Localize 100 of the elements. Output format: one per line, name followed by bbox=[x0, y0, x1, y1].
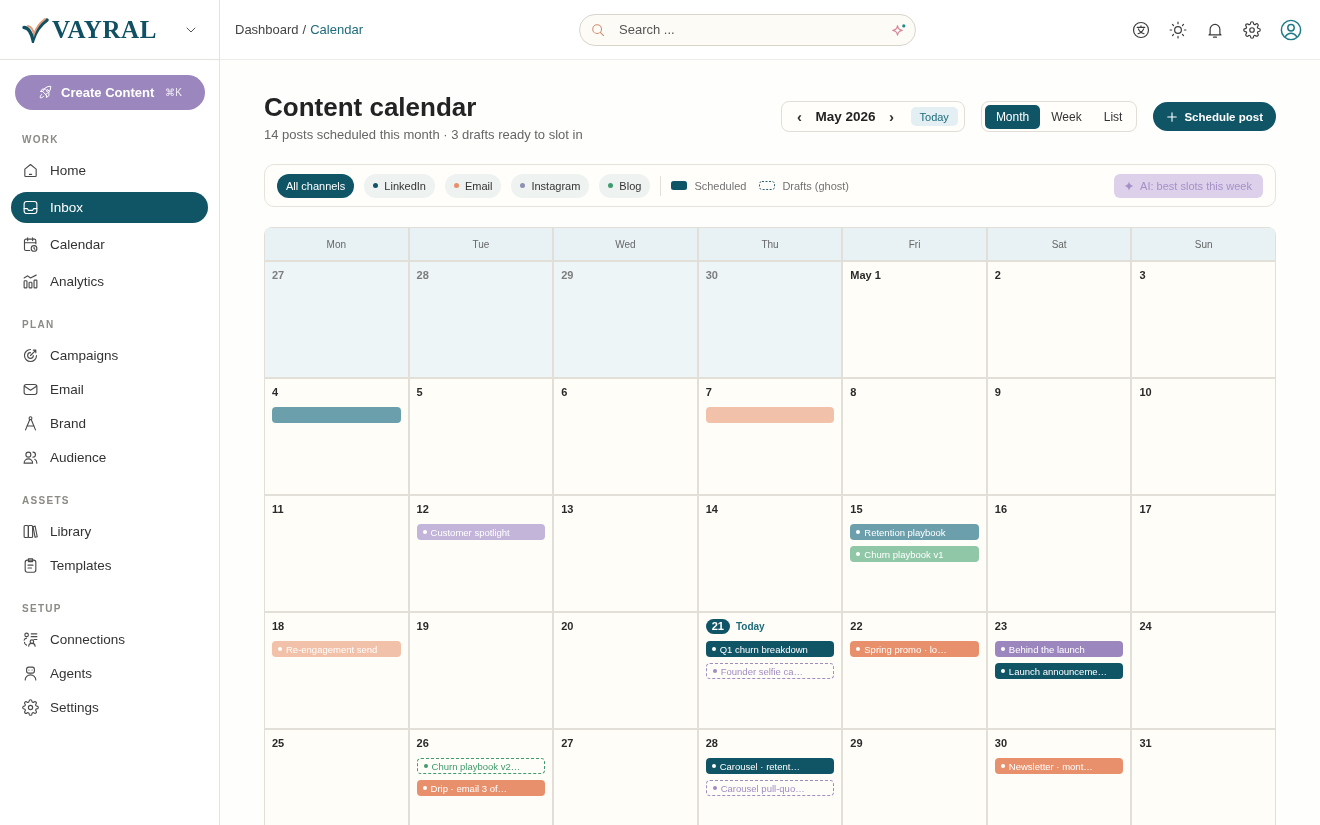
dot-icon bbox=[1000, 764, 1005, 768]
prev-month-button[interactable]: ‹ bbox=[792, 107, 807, 126]
channel-chip[interactable]: Email bbox=[444, 173, 502, 198]
rocket-icon bbox=[38, 85, 54, 100]
nav-item[interactable]: Templates bbox=[11, 550, 208, 581]
weekday-header: Wed bbox=[554, 228, 697, 260]
contacts-icon bbox=[22, 631, 39, 648]
event-chip[interactable]: Launch announceme… bbox=[994, 663, 1124, 679]
next-month-button[interactable]: › bbox=[884, 107, 899, 126]
dot-icon bbox=[856, 530, 861, 534]
dot-icon bbox=[422, 530, 427, 534]
envelope-icon bbox=[22, 381, 39, 398]
today-button[interactable]: Today bbox=[910, 107, 958, 126]
nav-item[interactable]: Audience bbox=[11, 442, 208, 473]
day-number: 29 bbox=[561, 268, 574, 283]
weekday-header: Fri bbox=[843, 228, 986, 260]
day-number: 16 bbox=[994, 502, 1008, 517]
settings-icon[interactable] bbox=[1243, 20, 1261, 39]
view-tab[interactable]: Week bbox=[1040, 104, 1093, 129]
nav-item[interactable]: Email bbox=[11, 374, 208, 405]
section-label: ASSETS bbox=[22, 495, 71, 507]
nav-item[interactable]: Calendar bbox=[11, 229, 208, 260]
day-number: 10 bbox=[1139, 385, 1152, 400]
dot-icon bbox=[711, 764, 716, 768]
day-number: 14 bbox=[705, 502, 718, 517]
day-number: 15 bbox=[850, 502, 863, 517]
sun-icon[interactable] bbox=[1169, 20, 1187, 39]
compass-icon bbox=[22, 415, 39, 432]
section-label: SETUP bbox=[22, 603, 63, 615]
dot-icon bbox=[856, 647, 861, 651]
nav-item[interactable]: Agents bbox=[11, 658, 208, 689]
day-number: 24 bbox=[1139, 619, 1152, 634]
user-avatar-icon[interactable] bbox=[1280, 18, 1302, 41]
day-number: 8 bbox=[850, 385, 857, 400]
weekday-header: Sun bbox=[1132, 228, 1275, 260]
day-number: 26 bbox=[416, 736, 429, 751]
day-number: 9 bbox=[994, 385, 1001, 400]
translate-icon[interactable] bbox=[1132, 20, 1150, 39]
nav-item[interactable]: Library bbox=[11, 516, 208, 547]
day-number: 30 bbox=[994, 736, 1008, 751]
breadcrumb-link[interactable]: Calendar bbox=[310, 22, 363, 37]
day-number: 31 bbox=[1139, 736, 1152, 751]
channel-chip[interactable]: Instagram bbox=[511, 173, 590, 198]
day-number: 21 bbox=[705, 619, 730, 634]
nav-item[interactable]: Settings bbox=[11, 692, 208, 723]
dot-icon bbox=[423, 764, 428, 768]
nav-item[interactable]: Home bbox=[11, 155, 208, 186]
section-label: WORK bbox=[22, 134, 60, 146]
day-number: 7 bbox=[705, 385, 712, 400]
nav-item[interactable]: Connections bbox=[11, 624, 208, 655]
event-chip[interactable]: Churn playbook v2… bbox=[416, 758, 546, 774]
dot-icon bbox=[1000, 669, 1005, 673]
channel-chip[interactable]: LinkedIn bbox=[364, 173, 435, 198]
section-label: PLAN bbox=[22, 319, 56, 331]
nav-item[interactable]: Analytics bbox=[11, 266, 208, 297]
schedule-post-button[interactable]: Schedule post bbox=[1153, 102, 1276, 131]
day-number: 13 bbox=[561, 502, 574, 517]
books-icon bbox=[22, 523, 39, 540]
view-tab[interactable]: List bbox=[1092, 104, 1134, 129]
weekday-header: Sat bbox=[987, 228, 1131, 260]
day-number: May 1 bbox=[850, 268, 881, 283]
dot-icon bbox=[856, 552, 861, 556]
day-number: 11 bbox=[272, 502, 284, 517]
day-number: 27 bbox=[272, 268, 285, 283]
day-number: 22 bbox=[850, 619, 863, 634]
nav-item[interactable]: Brand bbox=[11, 408, 208, 439]
robot-icon bbox=[22, 665, 39, 682]
event-chip[interactable]: Carousel · retent… bbox=[705, 758, 835, 774]
day-number: 20 bbox=[561, 619, 574, 634]
day-number: 5 bbox=[416, 385, 423, 400]
nav-item[interactable]: Inbox bbox=[11, 192, 208, 223]
search-field[interactable]: Search ... bbox=[579, 13, 916, 46]
day-number: 30 bbox=[705, 268, 718, 283]
channel-chip[interactable]: All channels bbox=[277, 173, 355, 198]
page-subtitle: 14 posts scheduled this month · 3 drafts ready to slot in bbox=[264, 127, 583, 143]
search-icon bbox=[591, 22, 605, 37]
event-chip[interactable]: Q1 churn breakdown bbox=[705, 641, 835, 657]
clipboard-icon bbox=[22, 557, 39, 574]
day-number: 29 bbox=[850, 736, 863, 751]
weekday-header: Tue bbox=[409, 228, 553, 260]
users-icon bbox=[22, 449, 39, 466]
dot-icon bbox=[712, 786, 717, 790]
day-number: 27 bbox=[561, 736, 574, 751]
day-number: 3 bbox=[1139, 268, 1146, 283]
sparkle-icon bbox=[892, 22, 906, 37]
bar-chart-icon bbox=[22, 273, 39, 290]
dot-icon bbox=[278, 647, 282, 651]
dot-icon bbox=[712, 669, 717, 673]
weekday-header: Thu bbox=[698, 228, 842, 260]
channel-chip[interactable]: Blog bbox=[599, 173, 651, 198]
view-tab[interactable]: Month bbox=[984, 104, 1041, 129]
today-label: Today bbox=[735, 620, 765, 634]
day-number: 12 bbox=[416, 502, 429, 517]
inbox-icon bbox=[22, 199, 39, 216]
breadcrumb-link[interactable]: Dashboard bbox=[235, 22, 299, 37]
day-number: 28 bbox=[705, 736, 718, 751]
sparkle-icon bbox=[1124, 180, 1135, 191]
nav-item[interactable]: Campaigns bbox=[11, 340, 208, 371]
page-title: Content calendar bbox=[264, 91, 477, 124]
day-number: 23 bbox=[994, 619, 1008, 634]
